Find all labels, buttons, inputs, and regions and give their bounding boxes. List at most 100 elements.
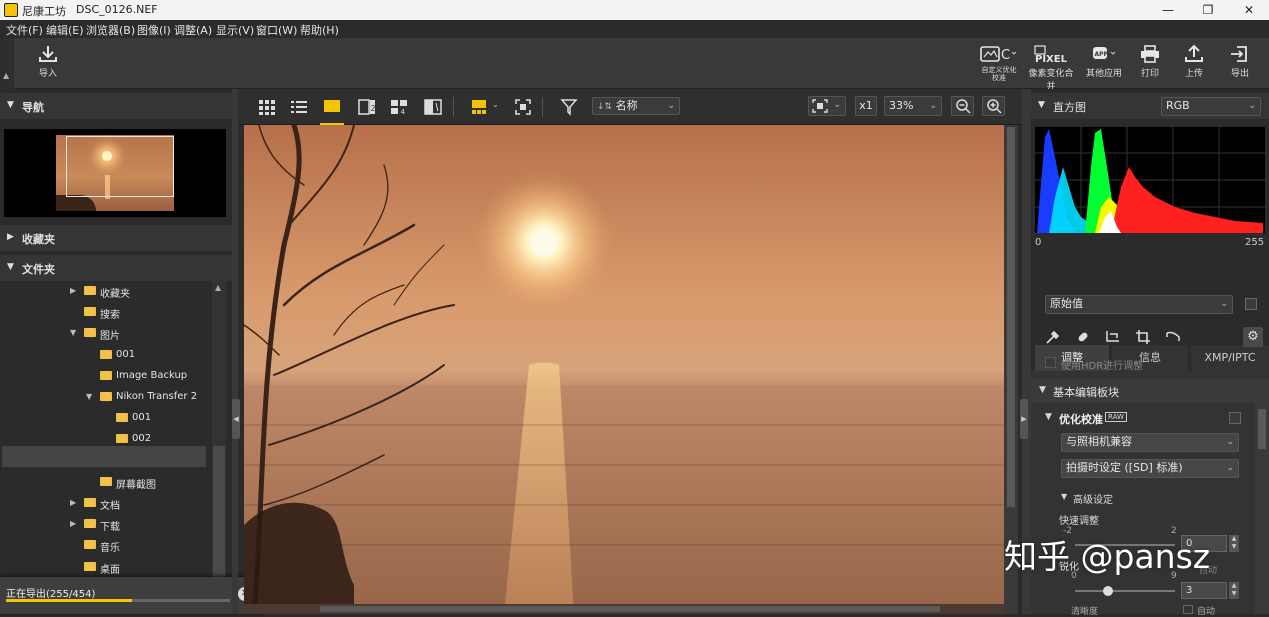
- favorites-header[interactable]: ▶ 收藏夹: [0, 225, 232, 251]
- quick-adjust-stepper[interactable]: ▲ ▼: [1229, 535, 1239, 552]
- picture-control-mode-dropdown[interactable]: 与照相机兼容 ⌄: [1061, 433, 1239, 452]
- thumbnail-grid-icon[interactable]: [258, 98, 276, 116]
- left-splitter[interactable]: ◀: [232, 89, 240, 614]
- import-button[interactable]: 导入: [26, 44, 70, 86]
- folder-tree-item[interactable]: 音乐: [6, 535, 212, 556]
- other-apps-label: 其他应用: [1085, 69, 1122, 79]
- minimize-button[interactable]: —: [1150, 0, 1186, 20]
- zoom-100-button[interactable]: x1: [855, 96, 877, 116]
- folder-icon: [116, 434, 128, 444]
- image-v-scroll-thumb[interactable]: [1007, 127, 1015, 507]
- folder-icon: [100, 349, 112, 359]
- folder-tree-item[interactable]: 001: [6, 408, 212, 429]
- list-view-icon[interactable]: [290, 98, 308, 116]
- sharpening-slider-handle[interactable]: [1103, 586, 1113, 596]
- filter-icon[interactable]: [560, 98, 578, 116]
- menu-view[interactable]: 显示(V): [216, 22, 254, 38]
- folder-icon: [84, 328, 96, 338]
- fullscreen-icon[interactable]: [514, 98, 532, 116]
- expand-icon[interactable]: ▶: [70, 286, 76, 295]
- filmstrip-2-icon[interactable]: 2: [358, 98, 376, 116]
- close-window-button[interactable]: ✕: [1231, 0, 1267, 20]
- export-label: 导出: [1230, 69, 1249, 79]
- sunset-photo: [244, 125, 1004, 614]
- folder-header[interactable]: ▼ 文件夹: [0, 255, 232, 281]
- histogram-channel: RGB: [1166, 99, 1190, 112]
- sharpening-input[interactable]: 3: [1181, 582, 1227, 599]
- image-h-scrollbar[interactable]: [244, 604, 1004, 614]
- zoom-in-button[interactable]: [982, 96, 1005, 116]
- collapse-icon[interactable]: ▼: [70, 328, 76, 337]
- folder-tree-item[interactable]: ▶ 文档: [6, 493, 212, 514]
- folder-tree-item[interactable]: 001: [6, 345, 212, 366]
- zoom-dropdown[interactable]: 33% ⌄: [884, 96, 942, 116]
- menu-browser[interactable]: 浏览器(B): [86, 22, 135, 38]
- maximize-button[interactable]: ❐: [1190, 0, 1226, 20]
- main-image-view[interactable]: [244, 125, 1004, 614]
- image-scroll-thumb[interactable]: [320, 606, 940, 612]
- other-apps-button[interactable]: APP 其他应用: [1082, 44, 1126, 86]
- folder-tree-item[interactable]: ▶ 收藏夹: [6, 281, 212, 302]
- hdr-checkbox[interactable]: [1045, 357, 1056, 368]
- folder-tree-item[interactable]: ▼ 图片: [6, 323, 212, 344]
- settings-gear-icon[interactable]: ⚙: [1243, 327, 1263, 347]
- histogram-channel-dropdown[interactable]: RGB ⌄: [1161, 97, 1261, 116]
- before-after-icon[interactable]: [424, 98, 442, 116]
- fit-screen-dropdown[interactable]: ⌄: [808, 96, 846, 116]
- preset-dropdown[interactable]: 原始值 ⌄: [1045, 295, 1233, 314]
- tab-xmp-iptc[interactable]: XMP/IPTC: [1191, 345, 1269, 371]
- menu-edit[interactable]: 编辑(E): [46, 22, 84, 38]
- retouch-brush-icon[interactable]: [1075, 329, 1091, 345]
- menu-help[interactable]: 帮助(H): [300, 22, 339, 38]
- collapse-right-icon[interactable]: ▶: [1020, 399, 1028, 439]
- collapse-icon[interactable]: ▼: [86, 392, 92, 401]
- upload-button[interactable]: 上传: [1172, 44, 1216, 86]
- navigator-header[interactable]: ▼ 导航: [0, 93, 232, 119]
- navigator-thumbnail[interactable]: [4, 129, 226, 217]
- menu-file[interactable]: 文件(F): [6, 22, 43, 38]
- straighten-icon[interactable]: [1105, 329, 1121, 345]
- preset-checkbox[interactable]: [1245, 298, 1257, 310]
- layout-filmstrip-icon[interactable]: [470, 98, 488, 116]
- layout-dropdown-icon[interactable]: ⌄: [492, 100, 499, 109]
- right-scrollbar[interactable]: [1255, 379, 1269, 614]
- sharpening-slider[interactable]: [1075, 590, 1175, 592]
- custom-picture-control-button[interactable]: C 自定义优化 校准: [976, 44, 1022, 86]
- export-button[interactable]: 导出: [1218, 44, 1262, 86]
- compare-4-icon[interactable]: 4: [390, 98, 408, 116]
- clarity-auto-checkbox[interactable]: [1183, 605, 1193, 614]
- folder-tree-item[interactable]: ▼ Nikon Transfer 2: [6, 387, 212, 408]
- picture-control-setting-dropdown[interactable]: 拍摄时设定 ([SD] 标准) ⌄: [1061, 459, 1239, 478]
- perspective-icon[interactable]: [1165, 329, 1181, 345]
- crop-icon[interactable]: [1135, 329, 1151, 345]
- picture-control-checkbox[interactable]: [1229, 412, 1241, 424]
- folder-tree-item[interactable]: 桌面: [6, 557, 212, 578]
- folder-tree-item[interactable]: Image Backup: [6, 366, 212, 387]
- tree-scrollbar[interactable]: ▲: [212, 281, 226, 611]
- menu-window[interactable]: 窗口(W): [256, 22, 297, 38]
- folder-tree-label: 下载: [100, 522, 120, 534]
- pixel-shift-merge-button[interactable]: PIXEL 像素变化合并: [1026, 44, 1076, 92]
- toolbar-collapse-handle[interactable]: ▲: [0, 38, 14, 89]
- navigator-viewport[interactable]: [66, 136, 174, 197]
- expand-icon[interactable]: ▶: [70, 498, 76, 507]
- folder-tree-item[interactable]: ▶ 下载: [6, 514, 212, 535]
- collapse-left-icon[interactable]: ◀: [232, 399, 240, 439]
- zoom-out-button[interactable]: [951, 96, 974, 116]
- eyedropper-icon[interactable]: [1045, 329, 1061, 345]
- menu-image[interactable]: 图像(I): [137, 22, 171, 38]
- file-name: DSC_0126.NEF: [76, 3, 158, 16]
- sharpening-stepper[interactable]: ▲ ▼: [1229, 582, 1239, 599]
- hdr-label: 使用HDR进行调整: [1061, 361, 1144, 372]
- folder-tree-item[interactable]: 屏幕截图: [6, 472, 212, 493]
- print-button[interactable]: 打印: [1128, 44, 1172, 86]
- chevron-down-icon: ⌄: [667, 101, 675, 111]
- raw-badge: RAW: [1105, 412, 1127, 422]
- basic-panel-header[interactable]: ▼ 基本编辑板块: [1031, 379, 1255, 403]
- single-view-tab[interactable]: [320, 93, 344, 125]
- sort-dropdown[interactable]: ↓⇅ 名称 ⌄: [592, 97, 680, 115]
- menu-adjust[interactable]: 调整(A): [174, 22, 212, 38]
- right-scroll-thumb[interactable]: [1258, 409, 1266, 449]
- folder-tree-item[interactable]: 搜索: [6, 302, 212, 323]
- expand-icon[interactable]: ▶: [70, 519, 76, 528]
